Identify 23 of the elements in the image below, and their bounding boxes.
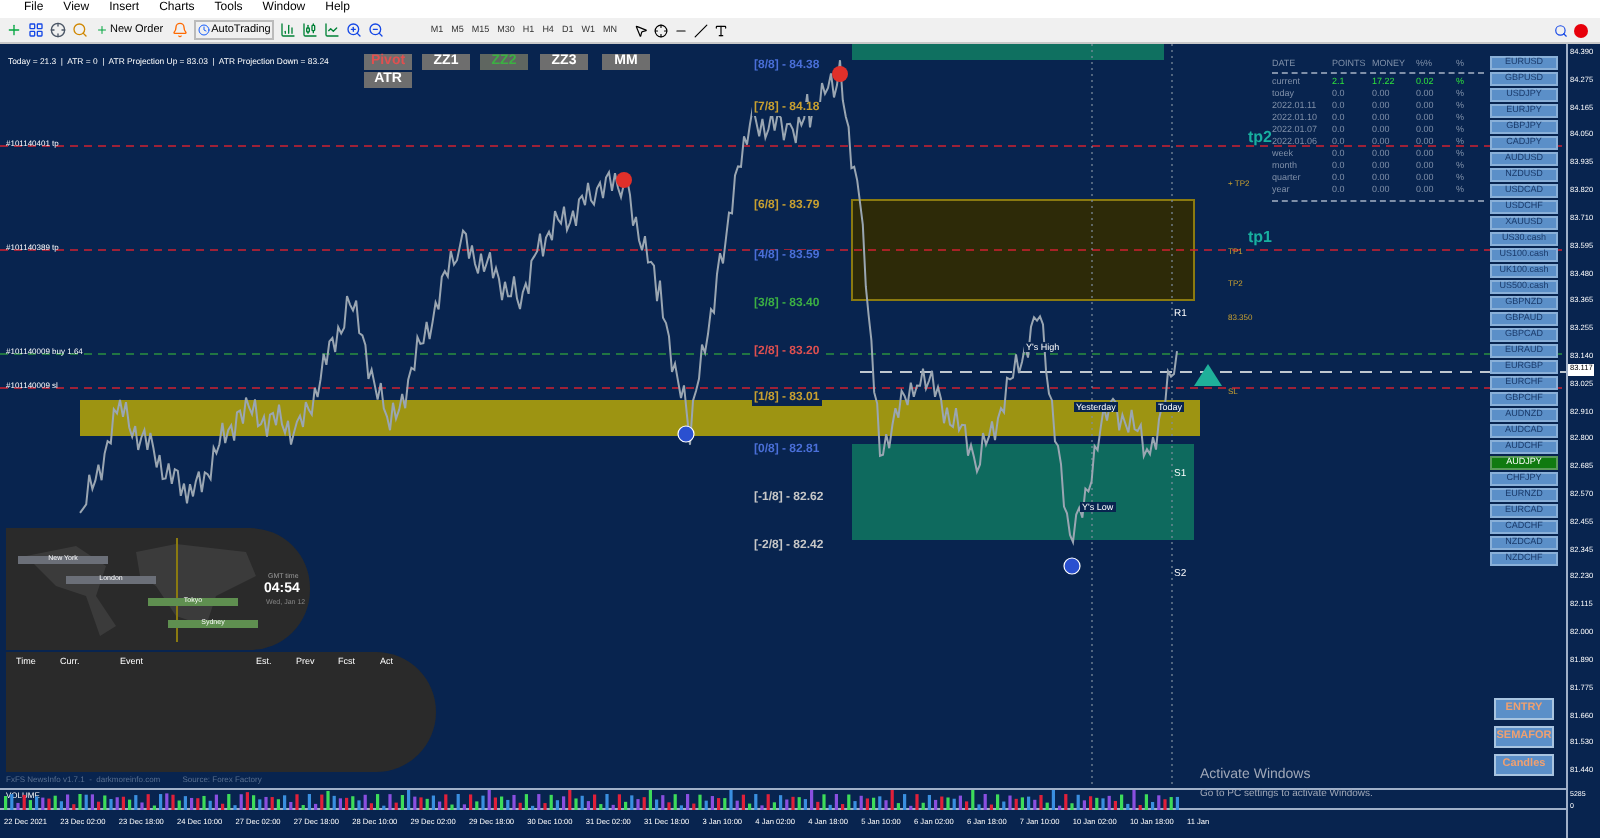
buy-arrow-icon	[1194, 364, 1222, 386]
search-icon[interactable]	[1554, 23, 1568, 37]
crosshair-icon[interactable]	[50, 22, 66, 38]
notification-icon[interactable]	[1574, 23, 1588, 37]
semafor-marker-icon	[832, 66, 848, 82]
target-label: tp2	[1248, 126, 1272, 150]
crosshair-icon[interactable]	[654, 23, 669, 37]
semafor-marker-icon	[1063, 557, 1081, 575]
semafor-marker-icon	[677, 425, 695, 443]
cursor-icon[interactable]	[634, 23, 649, 37]
profiles-icon[interactable]	[28, 22, 44, 38]
semafor-marker-icon	[616, 172, 632, 188]
navigator-icon[interactable]	[72, 22, 88, 38]
trend-line-icon[interactable]	[694, 23, 709, 37]
bar-chart-icon[interactable]	[280, 22, 297, 38]
zoom-in-icon[interactable]	[346, 22, 363, 38]
alert-icon[interactable]	[171, 22, 188, 38]
candlestick-icon[interactable]	[302, 22, 319, 38]
line-chart-icon[interactable]	[324, 22, 341, 38]
text-tool-icon[interactable]	[714, 23, 729, 37]
target-label: tp1	[1248, 226, 1272, 250]
plus-icon	[96, 24, 108, 36]
zoom-out-icon[interactable]	[368, 22, 385, 38]
